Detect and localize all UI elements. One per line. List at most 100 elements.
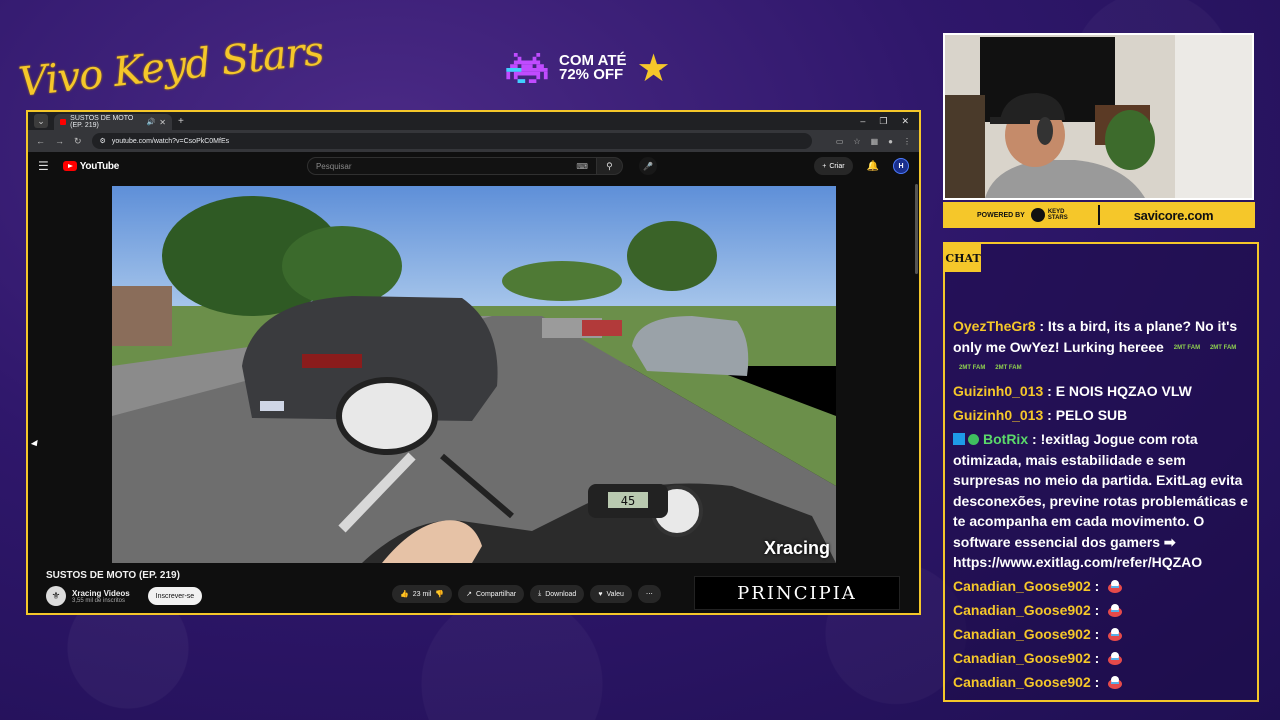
browser-actions: ▭ ☆ ▦ ● ⋮: [836, 137, 911, 146]
chat-message: Canadian_Goose902 :: [953, 672, 1249, 693]
maximize-button[interactable]: ❐: [879, 116, 887, 127]
share-icon: ↗: [466, 591, 472, 598]
site-info-icon[interactable]: ⚙: [100, 137, 106, 145]
create-button[interactable]: + Criar: [814, 157, 853, 175]
tab-youtube[interactable]: SUSTOS DE MOTO (EP. 219) 🔊 ✕: [54, 114, 172, 130]
new-tab-button[interactable]: +: [178, 116, 184, 127]
more-icon: ⋯: [645, 591, 653, 598]
chat-header: CHAT: [945, 244, 981, 272]
verified-badge-icon: [968, 434, 979, 445]
chat-username: Canadian_Goose902: [953, 674, 1091, 690]
tab-audio-icon: 🔊: [146, 119, 156, 126]
thanks-icon: ♥: [598, 590, 603, 598]
share-button[interactable]: ↗ Compartilhar: [458, 585, 525, 603]
url-field[interactable]: ⚙ youtube.com/watch?v=CsoPkC0MfEs: [91, 133, 812, 149]
voice-search-button[interactable]: 🎤: [638, 157, 657, 175]
thumbs-down-icon[interactable]: 👎: [435, 590, 444, 598]
create-label: Criar: [829, 162, 845, 170]
chat-username: Guizinh0_013: [953, 407, 1044, 423]
more-actions-button[interactable]: ⋯: [637, 585, 661, 603]
bookmark-star-icon[interactable]: ☆: [853, 137, 860, 146]
forward-button[interactable]: →: [55, 136, 64, 146]
channel-name[interactable]: Xracing Videos: [72, 589, 130, 598]
account-avatar[interactable]: H: [893, 158, 909, 174]
chat-message: Guizinh0_013 : PELO SUB: [953, 405, 1249, 426]
sponsor-divider: [1097, 205, 1100, 225]
subscribe-button[interactable]: Inscrever-se: [147, 587, 203, 605]
browser-menu-icon[interactable]: ⋮: [903, 137, 911, 146]
fam-emote: 2MT FAM: [959, 365, 986, 372]
channel-avatar[interactable]: ⚜: [46, 586, 66, 606]
notifications-bell-icon[interactable]: 🔔: [867, 161, 879, 172]
chat-message: Guizinh0_013 : E NOIS HQZAO VLW: [953, 381, 1249, 402]
header-actions: + Criar 🔔 H: [814, 157, 909, 175]
promo-line-2: 72% OFF: [559, 66, 624, 83]
scrollbar-thumb[interactable]: [915, 184, 918, 274]
chat-text: : E NOIS HQZAO VLW: [1047, 383, 1192, 399]
microphone-icon: 🎤: [642, 161, 653, 171]
space-invader-icon: [506, 53, 548, 83]
window-controls: – ❐ ✕: [860, 116, 913, 127]
chat-message: Canadian_Goose902 :: [953, 600, 1249, 621]
plus-icon: +: [822, 162, 827, 170]
close-window-button[interactable]: ✕: [901, 116, 909, 127]
download-icon: ⤓: [538, 590, 542, 597]
stars-text: STARS: [1047, 215, 1068, 221]
tab-search-button[interactable]: ⌄: [34, 114, 48, 128]
page-scrollbar[interactable]: [914, 180, 919, 613]
chat-panel: CHAT OyezTheGr8 : Its a bird, its a plan…: [943, 242, 1259, 702]
extensions-icon[interactable]: ▦: [871, 137, 879, 146]
fam-emote: 2MT FAM: [1173, 344, 1201, 351]
hamburger-menu-icon[interactable]: ☰: [38, 159, 49, 173]
video-watermark: Xracing: [763, 538, 830, 558]
video-player[interactable]: 45 Xracing: [112, 186, 836, 563]
reload-button[interactable]: ↻: [74, 136, 82, 147]
chat-message-bot: BotRix : !exitlag Jogue com rota otimiza…: [953, 429, 1249, 573]
chat-username: Canadian_Goose902: [953, 626, 1091, 642]
chat-text: :: [1094, 602, 1100, 618]
chat-username: Canadian_Goose902: [953, 602, 1091, 618]
search-input[interactable]: Pesquisar ⌨: [306, 157, 597, 175]
goose-emote-icon: [1108, 580, 1123, 593]
download-label: Download: [545, 590, 577, 598]
video-title: SUSTOS DE MOTO (EP. 219): [46, 570, 180, 581]
youtube-logo-text: YouTube: [79, 160, 120, 172]
fam-emote: 2MT FAM: [1209, 344, 1237, 351]
tab-bar: ⌄ SUSTOS DE MOTO (EP. 219) 🔊 ✕ + – ❐ ✕: [28, 112, 919, 130]
url-text: youtube.com/watch?v=CsoPkC0MfEs: [111, 137, 230, 145]
youtube-header: ☰ YouTube Pesquisar ⌨ ⚲ 🎤 + Criar 🔔 H: [28, 152, 919, 180]
bot-badge-icon: [953, 433, 965, 445]
keyboard-icon[interactable]: ⌨: [576, 162, 588, 171]
partner-logo: savicore.com: [1133, 207, 1214, 223]
youtube-play-icon: [62, 161, 77, 171]
chat-username: OyezTheGr8: [953, 318, 1036, 334]
like-count: 23 mil: [412, 590, 432, 598]
chat-text: :: [1094, 674, 1100, 690]
profile-icon[interactable]: ●: [888, 137, 893, 146]
chat-message: OyezTheGr8 : Its a bird, its a plane? No…: [953, 316, 1249, 378]
chat-text: : PELO SUB: [1047, 407, 1128, 423]
minimize-button[interactable]: –: [860, 116, 865, 127]
video-actions: 👍 23 mil 👎 ↗ Compartilhar ⤓ Download ♥ V…: [392, 585, 661, 603]
thumbs-up-icon: 👍: [400, 591, 409, 598]
search-button[interactable]: ⚲: [596, 157, 623, 175]
chat-message: Canadian_Goose902 :: [953, 648, 1249, 669]
tab-title: SUSTOS DE MOTO (EP. 219): [70, 115, 134, 129]
back-button[interactable]: ←: [36, 136, 45, 146]
promo-text: COM ATÉ 72% OFF: [559, 53, 627, 83]
goose-emote-icon: [1108, 652, 1123, 665]
goose-emote-icon: [1108, 604, 1123, 617]
search-placeholder: Pesquisar: [315, 161, 352, 171]
webcam-image: [945, 35, 1252, 198]
chat-text: :: [1094, 650, 1100, 666]
chat-username: Canadian_Goose902: [953, 650, 1091, 666]
chat-username: Guizinh0_013: [953, 383, 1044, 399]
thanks-button[interactable]: ♥ Valeu: [590, 585, 632, 603]
download-button[interactable]: ⤓ Download: [530, 585, 585, 603]
cast-icon[interactable]: ▭: [836, 137, 844, 146]
tab-close-icon[interactable]: ✕: [159, 118, 166, 127]
youtube-logo[interactable]: YouTube: [62, 160, 120, 172]
like-button[interactable]: 👍 23 mil 👎: [392, 585, 453, 603]
channel-row: ⚜ Xracing Videos 3,55 mil de inscritos I…: [46, 586, 203, 606]
ad-banner[interactable]: PRINCIPIA: [694, 576, 900, 610]
